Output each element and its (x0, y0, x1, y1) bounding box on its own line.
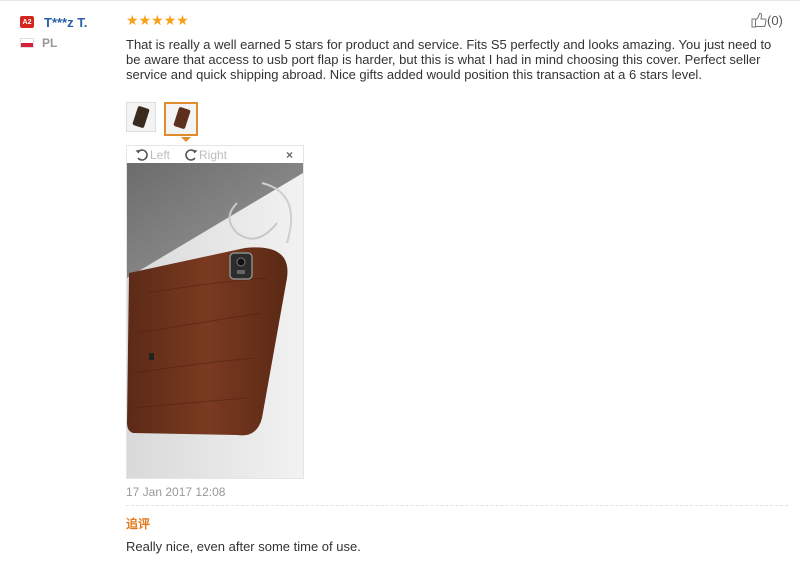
review-image-thumbnails (126, 102, 206, 136)
buyer-level-badge: A2 (20, 16, 34, 28)
reviewer-name: T***z T. (44, 14, 88, 30)
star-icon: ★ (151, 12, 164, 28)
followup-divider (126, 505, 788, 506)
phone-case-photo (127, 163, 303, 478)
star-icon: ★ (126, 12, 139, 28)
followup-text: Really nice, even after some time of use… (126, 539, 361, 554)
thumbs-up-icon (751, 13, 767, 28)
image-viewer: Left Right × (126, 145, 304, 479)
rotate-right-button[interactable]: Right (184, 148, 227, 162)
top-divider (0, 0, 800, 1)
followup-label: 追评 (126, 517, 151, 531)
rotate-left-button[interactable]: Left (135, 148, 170, 162)
star-icon: ★ (163, 12, 177, 28)
selected-thumbnail-caret (181, 137, 191, 142)
review-image-thumbnail-selected[interactable] (164, 102, 198, 136)
star-rating: ★ ★ ★ ★ ★ (126, 12, 189, 28)
review-date: 17 Jan 2017 12:08 (126, 485, 226, 499)
review-photo (127, 163, 303, 478)
reviewer-info: A2 T***z T. PL (20, 14, 120, 50)
reviewer-country: PL (42, 36, 58, 50)
close-viewer-button[interactable]: × (286, 148, 293, 162)
rotate-right-icon (185, 148, 198, 161)
review-image-thumbnail[interactable] (126, 102, 156, 132)
helpful-count: (0) (767, 12, 783, 28)
star-icon: ★ (138, 12, 152, 28)
star-icon: ★ (176, 12, 189, 28)
rotate-left-label: Left (150, 147, 171, 162)
review-text: That is really a well earned 5 stars for… (126, 37, 772, 82)
rotate-left-icon (135, 148, 148, 161)
helpful-button[interactable]: (0) (751, 12, 783, 28)
poland-flag-icon (20, 38, 34, 48)
rotate-right-label: Right (199, 147, 228, 162)
image-viewer-toolbar: Left Right × (127, 146, 303, 163)
